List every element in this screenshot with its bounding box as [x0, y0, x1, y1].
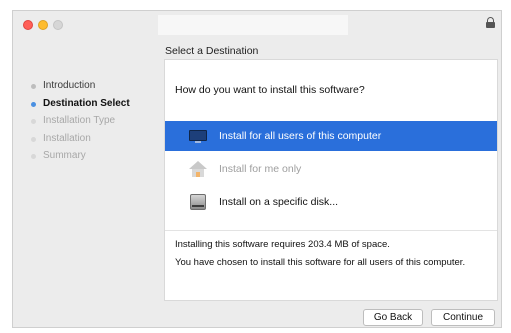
title-bar: [13, 11, 501, 37]
minimize-button[interactable]: [38, 20, 48, 30]
option-label: Install for all users of this computer: [219, 130, 382, 142]
option-all-users[interactable]: Install for all users of this computer: [165, 121, 497, 151]
step-dot-icon: [31, 119, 36, 124]
divider: [165, 230, 497, 231]
section-title: Select a Destination: [165, 45, 259, 57]
go-back-button[interactable]: Go Back: [363, 309, 423, 326]
option-me-only[interactable]: Install for me only: [165, 154, 497, 184]
home-icon: [189, 160, 207, 178]
option-label: Install for me only: [219, 163, 302, 175]
step-introduction: Introduction: [27, 77, 162, 95]
step-dot-icon: [31, 84, 36, 89]
step-installation-type: Installation Type: [27, 112, 162, 130]
zoom-button[interactable]: [53, 20, 63, 30]
step-label: Installation Type: [43, 115, 116, 126]
step-label: Introduction: [43, 80, 96, 91]
step-dot-icon: [31, 101, 36, 107]
choice-summary-text: You have chosen to install this software…: [175, 257, 466, 268]
continue-button[interactable]: Continue: [431, 309, 495, 326]
install-question: How do you want to install this software…: [175, 84, 365, 96]
step-summary: Summary: [27, 147, 162, 165]
space-required-text: Installing this software requires 203.4 …: [175, 239, 390, 250]
step-dot-icon: [31, 154, 36, 159]
installer-steps-sidebar: Introduction Destination Select Installa…: [27, 77, 162, 165]
step-label: Summary: [43, 150, 86, 161]
step-label: Destination Select: [43, 97, 130, 109]
step-installation: Installation: [27, 130, 162, 148]
lock-icon[interactable]: [486, 17, 495, 28]
computer-icon: [189, 127, 207, 145]
close-button[interactable]: [23, 20, 33, 30]
installer-window: Select a Destination Introduction Destin…: [12, 10, 502, 328]
window-title-area: [158, 15, 348, 35]
option-label: Install on a specific disk...: [219, 196, 339, 208]
destination-panel: How do you want to install this software…: [164, 59, 498, 301]
option-specific-disk[interactable]: Install on a specific disk...: [165, 187, 497, 217]
step-dot-icon: [31, 136, 36, 142]
disk-icon: [189, 193, 207, 211]
step-destination-select: Destination Select: [27, 95, 162, 113]
step-label: Installation: [43, 132, 91, 144]
